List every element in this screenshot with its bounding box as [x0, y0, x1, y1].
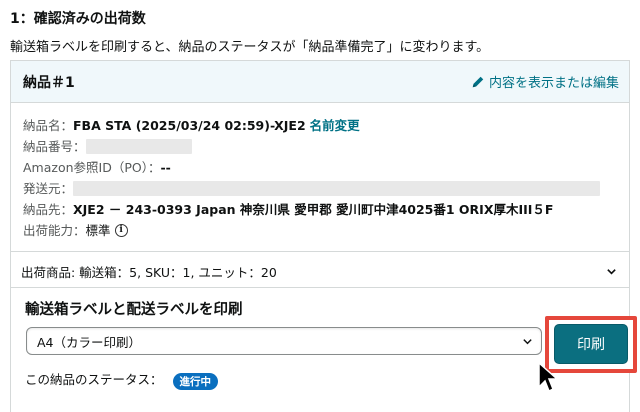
shipment-number-label: 納品番号： [23, 139, 86, 154]
chevron-down-icon [523, 338, 532, 344]
view-edit-label: 内容を表示または編集 [488, 76, 619, 91]
shipment-status-row: この納品のステータス： 進行中 [25, 367, 219, 390]
step-title: 1：確認済みの出荷数 [10, 11, 146, 27]
divider [11, 287, 629, 288]
status-badge: 進行中 [172, 373, 219, 390]
shipment-details: 納品名： FBA STA (2025/03/24 02:59)-XJE2 名前変… [11, 103, 629, 241]
mouse-cursor-icon [538, 361, 559, 393]
ship-to-label: 納品先： [23, 202, 74, 217]
shipment-card-header: 納品＃1 内容を表示または編集 [11, 61, 629, 103]
paper-size-select[interactable]: A4（カラー印刷） [26, 327, 542, 355]
reference-id-label: Amazon参照ID（PO）： [23, 160, 161, 175]
ship-from-label: 発送元： [23, 181, 74, 196]
shipped-items-summary: 出荷商品: 輸送箱：5, SKU：1, ユニット：20 [21, 265, 277, 280]
ship-to-row: 納品先： XJE2 － 243-0393 Japan 神奈川県 愛甲郡 愛川町中… [23, 199, 617, 220]
rename-link[interactable]: 名前変更 [310, 115, 360, 136]
print-button[interactable]: 印刷 [554, 324, 628, 364]
capacity-row: 出荷能力： 標準 i [23, 220, 617, 241]
shipment-card: 納品＃1 内容を表示または編集 納品名： FBA STA (2025/03/24… [10, 60, 637, 412]
info-icon[interactable]: i [114, 224, 128, 237]
ship-to-value: XJE2 － 243-0393 Japan 神奈川県 愛甲郡 愛川町中津4025… [73, 202, 554, 217]
reference-id-row: Amazon参照ID（PO）： -- [23, 157, 617, 178]
capacity-value: 標準 [85, 223, 111, 238]
reference-id-value: -- [160, 160, 171, 175]
shipment-name-row: 納品名： FBA STA (2025/03/24 02:59)-XJE2 名前変… [23, 115, 617, 136]
print-section-title: 輸送箱ラベルと配送ラベルを印刷 [25, 302, 243, 318]
status-label: この納品のステータス： [25, 372, 163, 387]
shipment-number-row: 納品番号： [23, 136, 617, 157]
pencil-icon [472, 76, 484, 87]
ship-from-redacted [73, 181, 601, 196]
shipment-number-redacted [85, 139, 192, 154]
capacity-label: 出荷能力： [23, 223, 86, 238]
paper-size-selected: A4（カラー印刷） [37, 334, 142, 350]
ship-from-row: 発送元： [23, 178, 617, 199]
shipment-name-value: FBA STA (2025/03/24 02:59)-XJE2 [73, 118, 306, 133]
shipment-title: 納品＃1 [23, 74, 75, 91]
view-edit-link[interactable]: 内容を表示または編集 [471, 72, 619, 91]
shipment-name-label: 納品名： [23, 118, 74, 133]
step-description: 輸送箱ラベルを印刷すると、納品のステータスが「納品準備完了」に変わります。 [10, 40, 490, 55]
shipped-items-row[interactable]: 出荷商品: 輸送箱：5, SKU：1, ユニット：20 [11, 252, 629, 291]
chevron-down-icon [607, 269, 616, 275]
